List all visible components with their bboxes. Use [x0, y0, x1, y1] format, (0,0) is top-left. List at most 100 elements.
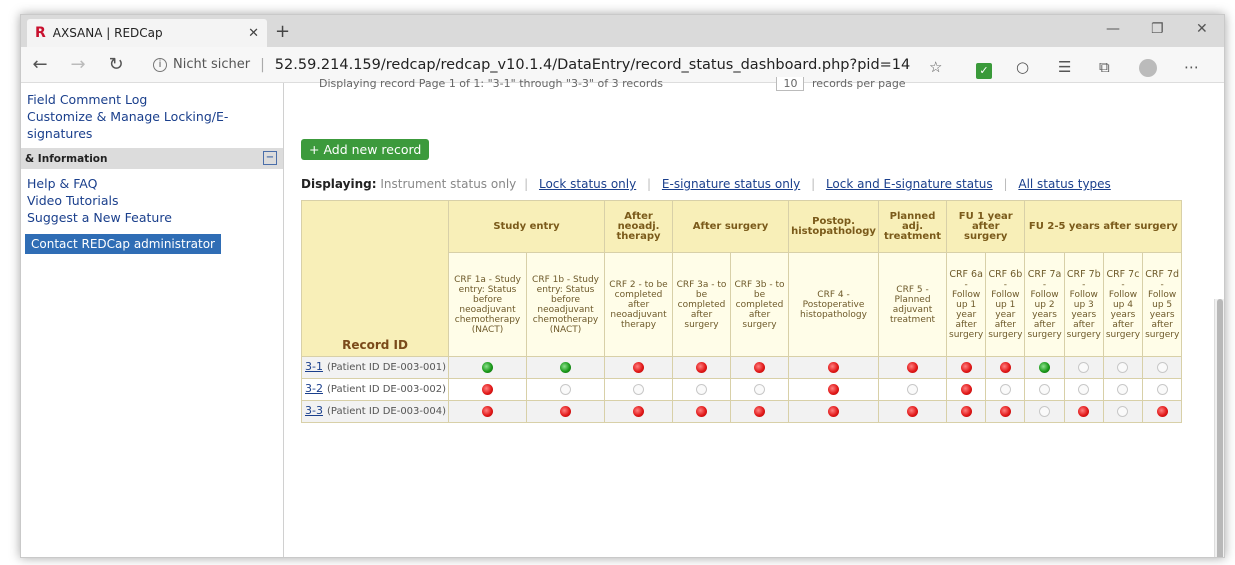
status-gray-icon[interactable] — [1156, 384, 1168, 395]
instrument-header[interactable]: CRF 2 - to be completed after neoadjuvan… — [604, 252, 674, 357]
status-gray-icon[interactable] — [907, 384, 919, 395]
refresh-icon[interactable]: ↻ — [97, 54, 135, 75]
status-cell — [672, 378, 732, 401]
sidebar-link-field-comment-log[interactable]: Field Comment Log — [21, 91, 283, 108]
sidebar-link-help[interactable]: Help & FAQ — [21, 175, 283, 192]
favorites-icon[interactable]: ☰ — [1058, 58, 1071, 76]
status-gray-icon[interactable] — [1117, 362, 1129, 373]
status-red-icon[interactable] — [907, 406, 919, 417]
status-gray-icon[interactable] — [1039, 384, 1051, 395]
status-cell — [1024, 400, 1065, 423]
browser-tab[interactable]: R AXSANA | REDCap ✕ — [27, 19, 267, 47]
status-red-icon[interactable] — [828, 406, 840, 417]
status-gray-icon[interactable] — [1117, 406, 1129, 417]
tab-title: AXSANA | REDCap — [52, 26, 163, 40]
status-red-icon[interactable] — [999, 362, 1011, 373]
more-icon[interactable]: ⋯ — [1184, 58, 1199, 76]
status-red-icon[interactable] — [999, 406, 1011, 417]
sidebar-link-suggest[interactable]: Suggest a New Feature — [21, 209, 283, 226]
status-red-icon[interactable] — [828, 384, 840, 395]
new-tab-button[interactable]: + — [275, 21, 290, 42]
instrument-header[interactable]: CRF 3b - to be completed after surgery — [730, 252, 790, 357]
plus-icon: + — [309, 142, 324, 157]
status-cell — [946, 378, 987, 401]
display-lock-link[interactable]: Lock status only — [539, 177, 636, 191]
collapse-icon[interactable]: − — [263, 151, 277, 165]
status-gray-icon[interactable] — [1156, 362, 1168, 373]
window-close-icon[interactable]: ✕ — [1196, 21, 1208, 37]
url-field[interactable]: 52.59.214.159/redcap/redcap_v10.1.4/Data… — [275, 57, 910, 73]
status-red-icon[interactable] — [633, 406, 645, 417]
star-icon[interactable]: ☆ — [929, 58, 942, 76]
record-link[interactable]: 3-3 — [305, 404, 323, 417]
status-red-icon[interactable] — [482, 406, 494, 417]
instrument-header[interactable]: CRF 7d - Follow up 5 years after surgery — [1142, 252, 1183, 357]
status-gray-icon[interactable] — [1117, 384, 1129, 395]
status-cell — [672, 400, 732, 423]
instrument-header[interactable]: CRF 7c - Follow up 4 years after surgery — [1102, 252, 1144, 357]
status-green-icon[interactable] — [1039, 362, 1051, 373]
instrument-header[interactable]: CRF 6a - Follow up 1 year after surgery — [946, 252, 987, 357]
collections-icon[interactable]: ⧉ — [1099, 58, 1110, 76]
status-red-icon[interactable] — [907, 362, 919, 373]
instrument-name: - Follow up 2 years after surgery — [1027, 279, 1062, 340]
forward-icon[interactable]: → — [59, 54, 97, 75]
maximize-icon[interactable]: ❐ — [1151, 21, 1164, 37]
vpn-icon[interactable]: ○ — [1016, 58, 1029, 76]
add-new-record-button[interactable]: + Add new record — [301, 139, 430, 160]
instrument-header[interactable]: CRF 1b - Study entry: Status before neoa… — [526, 252, 606, 357]
status-gray-icon[interactable] — [560, 384, 572, 395]
status-red-icon[interactable] — [696, 406, 708, 417]
instrument-header[interactable]: CRF 7b - Follow up 3 years after surgery — [1063, 252, 1104, 357]
per-page-select[interactable]: 10 — [776, 77, 805, 91]
instrument-header[interactable]: CRF 1a - Study entry: Status before neoa… — [448, 252, 528, 357]
status-red-icon[interactable] — [960, 362, 972, 373]
contact-admin-button[interactable]: Contact REDCap administrator — [25, 234, 221, 254]
status-red-icon[interactable] — [633, 362, 645, 373]
status-gray-icon[interactable] — [1039, 406, 1051, 417]
status-gray-icon[interactable] — [1078, 362, 1090, 373]
instrument-header[interactable]: CRF 5 - Planned adjuvant treatment — [878, 252, 948, 357]
status-gray-icon[interactable] — [633, 384, 645, 395]
status-green-icon[interactable] — [482, 362, 494, 373]
status-red-icon[interactable] — [960, 384, 972, 395]
sidebar-link-video[interactable]: Video Tutorials — [21, 192, 283, 209]
status-red-icon[interactable] — [1156, 406, 1168, 417]
status-red-icon[interactable] — [1078, 406, 1090, 417]
instrument-header[interactable]: CRF 6b - Follow up 1 year after surgery — [985, 252, 1026, 357]
tab-close-icon[interactable]: ✕ — [248, 26, 259, 41]
sidebar-section-title: & Information — [25, 152, 108, 165]
paging-text[interactable]: Displaying record Page 1 of 1: "3-1" thr… — [319, 77, 663, 90]
status-red-icon[interactable] — [754, 406, 766, 417]
status-cell — [448, 378, 528, 401]
status-green-icon[interactable] — [560, 362, 572, 373]
minimize-icon[interactable]: — — [1106, 21, 1120, 37]
display-all-link[interactable]: All status types — [1018, 177, 1110, 191]
back-icon[interactable]: ← — [21, 54, 59, 75]
security-indicator[interactable]: i Nicht sicher — [153, 57, 250, 72]
status-gray-icon[interactable] — [696, 384, 708, 395]
status-red-icon[interactable] — [754, 362, 766, 373]
status-gray-icon[interactable] — [754, 384, 766, 395]
status-cell — [1142, 378, 1183, 401]
extension-icon[interactable]: ✓ — [976, 60, 992, 79]
instrument-header[interactable]: CRF 7a - Follow up 2 years after surgery — [1024, 252, 1065, 357]
display-esig-link[interactable]: E-signature status only — [662, 177, 800, 191]
sidebar-link-locking[interactable]: Customize & Manage Locking/E-signatures — [21, 108, 283, 142]
record-link[interactable]: 3-1 — [305, 360, 323, 373]
profile-icon[interactable] — [1139, 59, 1157, 81]
status-gray-icon[interactable] — [1078, 384, 1090, 395]
page-scrollbar[interactable] — [1214, 299, 1224, 557]
instrument-header[interactable]: CRF 4 - Postoperative histopathology — [788, 252, 880, 357]
status-red-icon[interactable] — [560, 406, 572, 417]
status-red-icon[interactable] — [696, 362, 708, 373]
status-gray-icon[interactable] — [999, 384, 1011, 395]
instrument-group-header: FU 1 year after surgery — [946, 200, 1026, 253]
status-red-icon[interactable] — [482, 384, 494, 395]
scrollbar-thumb[interactable] — [1217, 299, 1223, 557]
record-link[interactable]: 3-2 — [305, 382, 323, 395]
status-red-icon[interactable] — [960, 406, 972, 417]
status-red-icon[interactable] — [828, 362, 840, 373]
instrument-header[interactable]: CRF 3a - to be completed after surgery — [672, 252, 732, 357]
display-lock-esig-link[interactable]: Lock and E-signature status — [826, 177, 993, 191]
